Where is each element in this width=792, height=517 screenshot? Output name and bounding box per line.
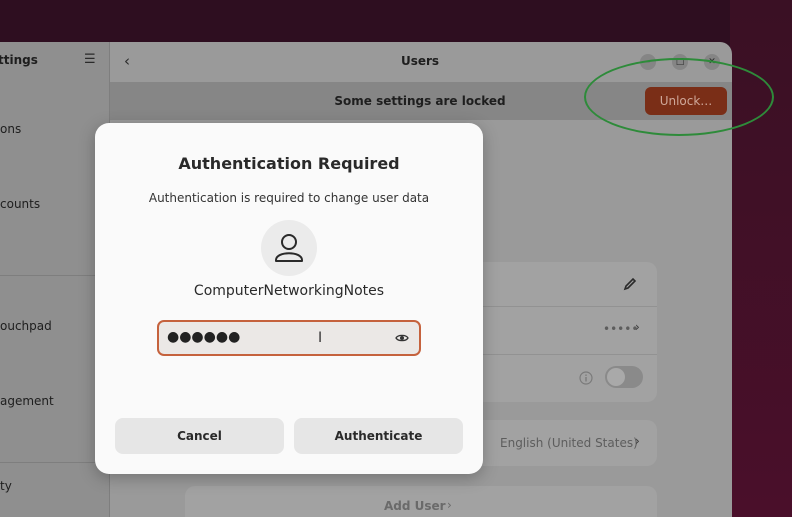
- sidebar-item-power-management[interactable]: agement: [0, 394, 54, 408]
- desktop-background-top: [0, 0, 792, 42]
- authentication-dialog: Authentication Required Authentication i…: [95, 123, 483, 474]
- password-value: ●●●●●●: [167, 329, 241, 345]
- dialog-title: Authentication Required: [178, 154, 400, 173]
- auto-login-toggle[interactable]: [605, 366, 643, 388]
- sidebar-item-mouse-touchpad[interactable]: ouchpad: [0, 319, 52, 333]
- cancel-button[interactable]: Cancel: [115, 418, 284, 454]
- username-label: ComputerNetworkingNotes: [193, 283, 385, 299]
- add-user-button[interactable]: Add User ›: [185, 486, 657, 517]
- pencil-icon[interactable]: [623, 277, 637, 291]
- chevron-right-icon: ›: [635, 434, 640, 448]
- language-value: English (United States): [500, 436, 638, 450]
- sidebar: ttings ☰ ons counts ouchpad agement ty: [0, 42, 110, 517]
- sidebar-item-notifications[interactable]: ons: [0, 122, 21, 136]
- add-user-label: Add User: [384, 499, 446, 513]
- user-icon: [275, 234, 303, 262]
- sidebar-item-online-accounts[interactable]: counts: [0, 197, 40, 211]
- highlight-ring: [584, 58, 774, 136]
- sidebar-header: ttings ☰: [0, 42, 110, 82]
- sidebar-item-accessibility[interactable]: ty: [0, 479, 12, 493]
- sidebar-title: ttings: [0, 53, 38, 67]
- password-dots: •••••: [603, 322, 639, 336]
- avatar: [261, 220, 317, 276]
- eye-icon[interactable]: [395, 331, 409, 345]
- sidebar-divider: [0, 275, 110, 276]
- info-icon: [579, 371, 593, 385]
- chevron-right-icon: ›: [447, 498, 452, 512]
- sidebar-divider: [0, 462, 110, 463]
- authenticate-button[interactable]: Authenticate: [294, 418, 463, 454]
- chevron-right-icon[interactable]: ›: [635, 320, 640, 334]
- menu-icon[interactable]: ☰: [84, 52, 96, 67]
- dialog-subtitle: Authentication is required to change use…: [148, 191, 430, 205]
- password-field[interactable]: ●●●●●● I: [157, 320, 421, 356]
- text-cursor-icon: I: [318, 330, 323, 346]
